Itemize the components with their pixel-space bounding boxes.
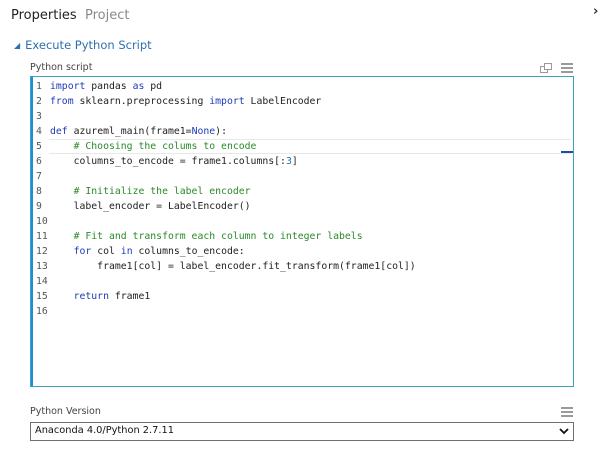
line-number: 5 [36,141,42,152]
python-script-editor[interactable]: 1 import pandas as pd 2 from sklearn.prepro… [30,76,574,387]
line-number: 7 [36,171,42,182]
line-number: 3 [36,111,42,122]
code-line: 7 [31,169,573,184]
line-number: 16 [36,306,48,317]
code-line: 9 label_encoder = LabelEncoder() [31,199,573,214]
section-title: Execute Python Script [25,38,152,52]
code-line: 2 from sklearn.preprocessing import Label… [31,94,573,109]
line-number: 11 [36,231,48,242]
section-header-execute-python-script[interactable]: ◢ Execute Python Script [14,38,152,54]
code-lines: 1 import pandas as pd 2 from sklearn.prepro… [31,79,573,319]
chevron-down-icon [559,428,569,435]
code-line: 6 columns_to_encode = frame1.columns[:3] [31,154,573,169]
code-text: import pandas as pd [50,81,163,92]
code-text: label_encoder = LabelEncoder() [50,201,251,212]
line-number: 12 [36,246,48,257]
hamburger-icon[interactable] [561,407,573,417]
code-text: # Initialize the label encoder [73,186,251,197]
python-version-value: Anaconda 4.0/Python 2.7.11 [35,425,174,436]
line-number: 13 [36,261,48,272]
popout-icon[interactable] [540,63,552,73]
code-line: 15 return frame1 [31,289,573,304]
code-line: 1 import pandas as pd [31,79,573,94]
code-text: for col in columns_to_encode: [73,246,245,257]
line-number: 9 [36,201,42,212]
line-number: 2 [36,96,42,107]
code-text: columns_to_encode = frame1.columns[:3] [50,156,298,167]
code-text: def azureml_main(frame1=None): [50,126,227,137]
line-number: 15 [36,291,48,302]
triangle-down-icon: ◢ [14,41,21,50]
code-line: 10 [31,214,573,229]
code-text: # Fit and transform each column to integ… [73,231,363,242]
overview-ruler-marker [561,151,573,153]
code-line: 8 # Initialize the label encoder [31,184,573,199]
line-number: 14 [36,276,48,287]
chevron-right-icon[interactable]: › [593,5,605,19]
hamburger-icon[interactable] [561,63,573,73]
code-text: return frame1 [73,291,151,302]
code-line: 13 frame1[col] = label_encoder.fit_trans… [31,259,573,274]
code-line: 3 [31,109,573,124]
code-text: frame1[col] = label_encoder.fit_transfor… [50,261,416,272]
code-text: # Choosing the colums to encode [73,141,257,152]
python-script-label: Python script [30,62,93,73]
line-number: 1 [36,81,42,92]
code-line: 16 [31,304,573,319]
code-line: 14 [31,274,573,289]
line-number: 10 [36,216,48,227]
python-version-label: Python Version [30,406,101,417]
python-version-select[interactable]: Anaconda 4.0/Python 2.7.11 [30,422,574,441]
line-number: 4 [36,126,42,137]
code-line: 12 for col in columns_to_encode: [31,244,573,259]
line-number: 8 [36,186,42,197]
tab-project[interactable]: Project [85,8,129,23]
tab-properties[interactable]: Properties [11,8,77,23]
line-number: 6 [36,156,42,167]
code-line: 5 # Choosing the colums to encode [31,139,573,154]
code-text: from sklearn.preprocessing import LabelE… [50,96,322,107]
code-line: 4 def azureml_main(frame1=None): [31,124,573,139]
code-line: 11 # Fit and transform each column to in… [31,229,573,244]
